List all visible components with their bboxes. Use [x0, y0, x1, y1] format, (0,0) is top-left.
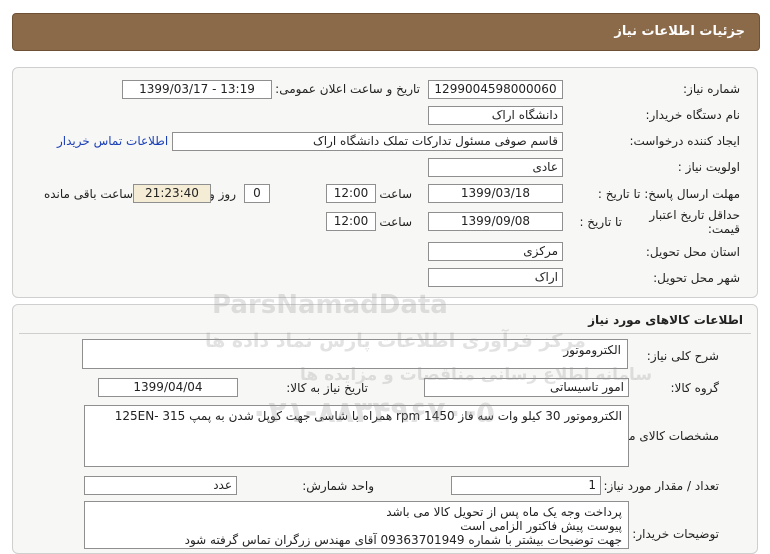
- desc-label: شرح کلی نیاز:: [646, 349, 719, 363]
- need-info-panel: شماره نیاز: 1299004598000060 تاریخ و ساع…: [12, 67, 758, 298]
- send-date-field: 1399/03/18: [428, 184, 563, 203]
- goods-section-title: اطلاعات کالاهای مورد نیاز: [588, 313, 743, 327]
- province-label: استان محل تحویل:: [645, 245, 740, 259]
- section-divider: [19, 333, 751, 334]
- qty-field: 1: [451, 476, 601, 495]
- remaining-label: ساعت باقی مانده: [43, 187, 133, 201]
- days-field: 0: [244, 184, 270, 203]
- province-field: مرکزی: [428, 242, 563, 261]
- validity-time-label: ساعت: [379, 215, 412, 229]
- requester-field: قاسم صوفی مسئول تدارکات تملک دانشگاه ارا…: [172, 132, 563, 151]
- validity-time-field: 12:00: [326, 212, 376, 231]
- unit-label: واحد شمارش:: [302, 479, 374, 493]
- need-number-field: 1299004598000060: [428, 80, 563, 99]
- city-label: شهر محل تحویل:: [653, 271, 740, 285]
- spec-field: الکتروموتور 30 کیلو وات سه فاز rpm 1450 …: [84, 405, 629, 467]
- buyer-contact-link[interactable]: اطلاعات تماس خریدار: [57, 134, 168, 148]
- need-date-field: 1399/04/04: [98, 378, 238, 397]
- announce-label: تاریخ و ساعت اعلان عمومی:: [275, 82, 420, 96]
- requester-label: ایجاد کننده درخواست:: [629, 134, 740, 148]
- buyer-org-field: دانشگاه اراک: [428, 106, 563, 125]
- validity-date-field: 1399/09/08: [428, 212, 563, 231]
- priority-label: اولویت نیاز :: [677, 160, 740, 174]
- city-field: اراک: [428, 268, 563, 287]
- buyer-org-label: نام دستگاه خریدار:: [645, 108, 741, 122]
- buyer-notes-label: توضیحات خریدار:: [632, 527, 719, 541]
- desc-field: الکتروموتور: [82, 339, 628, 369]
- priority-field: عادی: [428, 158, 563, 177]
- unit-field: عدد: [84, 476, 237, 495]
- days-label: روز و: [209, 187, 236, 201]
- group-field: امور تاسیساتی: [424, 378, 629, 397]
- send-time-label: ساعت: [379, 187, 412, 201]
- need-number-label: شماره نیاز:: [683, 82, 740, 96]
- qty-label: تعداد / مقدار مورد نیاز:: [603, 479, 719, 493]
- goods-info-panel: اطلاعات کالاهای مورد نیاز شرح کلی نیاز: …: [12, 304, 758, 554]
- buyer-notes-line-1: پرداخت وجه یک ماه پس از تحویل کالا می با…: [386, 505, 622, 519]
- validity-to-label: تا تاریخ :: [579, 215, 622, 229]
- announce-field: 1399/03/17 - 13:19: [122, 80, 272, 99]
- page-header: جزئیات اطلاعات نیاز: [12, 13, 760, 51]
- validity-label: حداقل تاریخ اعتبار قیمت:: [649, 208, 740, 236]
- group-label: گروه کالا:: [670, 381, 720, 395]
- send-deadline-label: مهلت ارسال پاسخ: تا تاریخ :: [597, 187, 740, 201]
- page-title: جزئیات اطلاعات نیاز: [614, 24, 745, 39]
- need-date-label: تاریخ نیاز به کالا:: [286, 381, 368, 395]
- buyer-notes-field: پرداخت وجه یک ماه پس از تحویل کالا می با…: [84, 501, 629, 549]
- buyer-notes-line-2: پیوست پیش فاکتور الزامی است: [460, 519, 622, 533]
- remaining-time-field: 21:23:40: [133, 184, 211, 203]
- send-time-field: 12:00: [326, 184, 376, 203]
